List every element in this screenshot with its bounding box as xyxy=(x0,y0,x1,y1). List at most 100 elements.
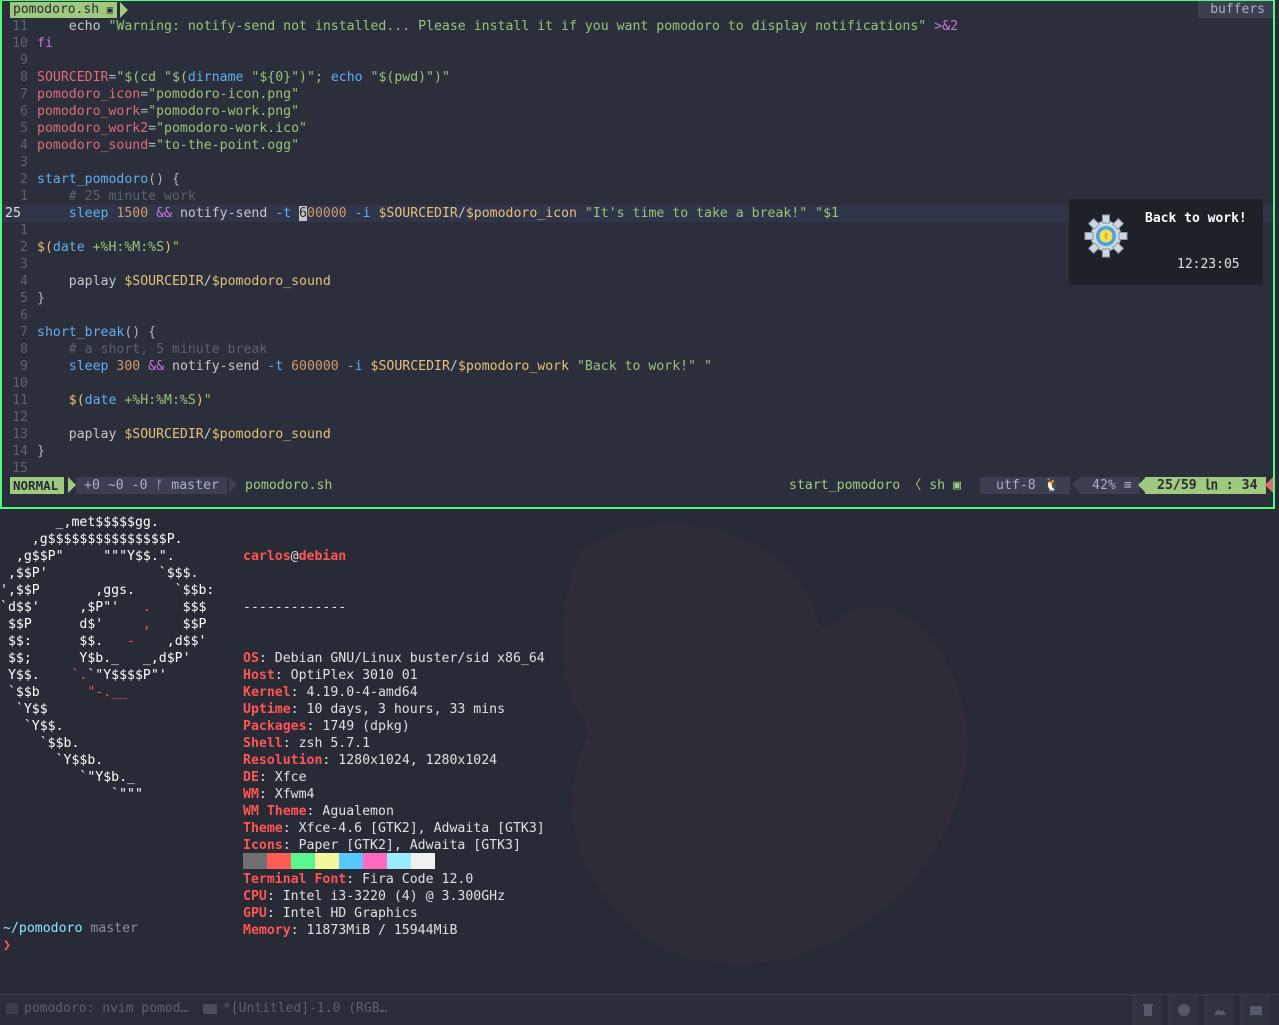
ascii-segment: ,g$$P" """Y$$.". xyxy=(0,549,175,564)
statusline: NORMAL +0 ~0 -0 ᚠ master pomodoro.sh sta… xyxy=(2,477,1273,494)
info-value: 1280x1024, 1280x1024 xyxy=(338,753,498,768)
line-number: 13 xyxy=(12,427,28,442)
code-token: / xyxy=(457,206,466,221)
window-icon[interactable] xyxy=(1241,995,1270,1025)
ascii-segment: `"Y$b._ xyxy=(0,770,135,785)
ascii-line: ,g$$$$$$$$$$$$$$$P. xyxy=(0,531,214,548)
ascii-segment: `"Y$$$$P"' xyxy=(87,668,167,683)
code-line[interactable]: 12 xyxy=(2,409,1273,426)
status-position: 25/59 ㏑ : 34 xyxy=(1145,477,1266,494)
code-token: notify-send xyxy=(164,359,268,374)
info-line: CPU: Intel i3-3220 (4) @ 3.300GHz xyxy=(243,888,545,905)
code-token: paplay xyxy=(37,427,125,442)
code-token: " xyxy=(172,240,180,255)
prompt-symbol[interactable]: ❯ xyxy=(3,938,11,953)
palette-swatch xyxy=(411,853,435,869)
code-line[interactable]: 10 fi xyxy=(2,35,1273,52)
status-encoding: utf-8 🐧 xyxy=(980,477,1071,494)
code-token: pomodoro_work2 xyxy=(37,121,149,136)
info-value: Paper [GTK2], Adwaita [GTK3] xyxy=(298,838,521,853)
info-colon: : xyxy=(282,821,299,836)
ascii-segment: _,met$$$$$gg. xyxy=(0,515,159,530)
code-token: " xyxy=(696,359,712,374)
ascii-line: `"Y$b._ xyxy=(0,769,214,786)
info-colon: : xyxy=(322,753,339,768)
ascii-line: ,g$$P" """Y$$.". xyxy=(0,548,214,565)
code-line[interactable]: 2 start_pomodoro() { xyxy=(2,171,1273,188)
info-key: Uptime xyxy=(243,702,291,717)
info-value: Agualemon xyxy=(322,804,394,819)
code-line[interactable]: 14} xyxy=(2,443,1273,460)
code-line[interactable]: 11 $(date +%H:%M:%S)" xyxy=(2,392,1273,409)
code-token: "$(pwd)")" xyxy=(362,70,450,85)
notification-title: Back to work! xyxy=(1145,211,1247,226)
code-line[interactable]: 4 pomodoro_sound="to-the-point.ogg" xyxy=(2,137,1273,154)
palette-swatch xyxy=(243,853,267,869)
ascii-line: $$P d$' , $$P xyxy=(0,616,214,633)
code-line[interactable]: 13 paplay $SOURCEDIR/$pomodoro_sound xyxy=(2,426,1273,443)
image-icon[interactable] xyxy=(1205,995,1234,1025)
line-number: 7 xyxy=(20,325,28,340)
notification-popup[interactable]: Back to work! 12:23:05 xyxy=(1069,199,1263,285)
line-number: 2 xyxy=(20,172,28,187)
code-token: "Back to work!" xyxy=(569,359,697,374)
record-icon[interactable] xyxy=(1169,995,1198,1025)
info-key: Shell xyxy=(243,736,283,751)
ascii-segment: - xyxy=(127,634,135,649)
info-key: DE xyxy=(243,770,259,785)
line-number: 10 xyxy=(12,376,28,391)
shell-prompt: ~/pomodoro master xyxy=(3,921,138,936)
line-number: 8 xyxy=(20,342,28,357)
code-line[interactable]: 5} xyxy=(2,290,1273,307)
code-line[interactable]: 7 short_break() { xyxy=(2,324,1273,341)
code-line[interactable]: 9 xyxy=(2,52,1273,69)
info-value: zsh 5.7.1 xyxy=(298,736,371,751)
buffers-label[interactable]: buffers xyxy=(1198,1,1273,18)
status-function: start_pomodoro 〈 sh ▣ xyxy=(789,478,961,493)
terminal-pane[interactable]: _,met$$$$$gg. ,g$$$$$$$$$$$$$$$P. ,g$$P"… xyxy=(0,511,1279,991)
taskbar: pomodoro: nvim pomod… *[Untitled]-1.0 (R… xyxy=(0,994,1279,1025)
ascii-line: _,met$$$$$gg. xyxy=(0,514,214,531)
taskbar-item-terminal[interactable]: pomodoro: nvim pomod… xyxy=(6,1001,188,1016)
code-token: +%H:%M:%S xyxy=(116,393,196,408)
info-line: Packages: 1749 (dpkg) xyxy=(243,718,545,735)
info-colon: : xyxy=(282,736,299,751)
code-line[interactable]: 10 xyxy=(2,375,1273,392)
info-colon: : xyxy=(290,923,307,938)
code-line[interactable]: 8 SOURCEDIR="$(cd "$(dirname "${0}")"; ec… xyxy=(2,69,1273,86)
code-token: / xyxy=(203,274,212,289)
code-token: -t xyxy=(275,206,300,221)
taskbar-item-gimp[interactable]: *[Untitled]-1.0 (RGB… xyxy=(203,1001,387,1016)
code-token: pomodoro_work xyxy=(37,104,141,119)
info-colon: : xyxy=(274,668,291,683)
info-colon: : xyxy=(258,770,275,785)
ascii-line: `$$b. xyxy=(0,735,214,752)
code-token: 1500 xyxy=(108,206,157,221)
palette-swatch xyxy=(387,853,411,869)
palette-swatch xyxy=(363,853,387,869)
hostname: debian xyxy=(298,549,347,564)
code-line[interactable]: 15 xyxy=(2,460,1273,477)
code-line[interactable]: 11 echo "Warning: notify-send not instal… xyxy=(2,18,1273,35)
code-line[interactable]: 9 sleep 300 && notify-send -t 600000 -i … xyxy=(2,358,1273,375)
code-line[interactable]: 5 pomodoro_work2="pomodoro-work.ico" xyxy=(2,120,1273,137)
ascii-line: $$: $$. - ,d$$' xyxy=(0,633,214,650)
ascii-line: ',$$P ,ggs. `$$b: xyxy=(0,582,214,599)
info-colon: : xyxy=(290,685,307,700)
info-colon: : xyxy=(346,872,363,887)
code-line[interactable]: 8 # a short, 5 minute break xyxy=(2,341,1273,358)
code-line[interactable]: 3 xyxy=(2,154,1273,171)
ascii-segment: `. xyxy=(71,668,88,683)
trash-icon[interactable] xyxy=(1133,995,1162,1025)
code-line[interactable]: 6 xyxy=(2,307,1273,324)
tab-pomodoro-sh[interactable]: pomodoro.sh ▣ xyxy=(10,2,117,18)
line-number: 14 xyxy=(12,444,28,459)
code-token: / xyxy=(449,359,458,374)
code-line[interactable]: 7 pomodoro_icon="pomodoro-icon.png" xyxy=(2,86,1273,103)
info-line: Shell: zsh 5.7.1 xyxy=(243,735,545,752)
code-token: = xyxy=(140,104,149,119)
code-token: fi xyxy=(37,36,53,51)
info-colon: : xyxy=(290,702,307,717)
code-line[interactable]: 6 pomodoro_work="pomodoro-work.png" xyxy=(2,103,1273,120)
info-key: WM xyxy=(243,787,259,802)
